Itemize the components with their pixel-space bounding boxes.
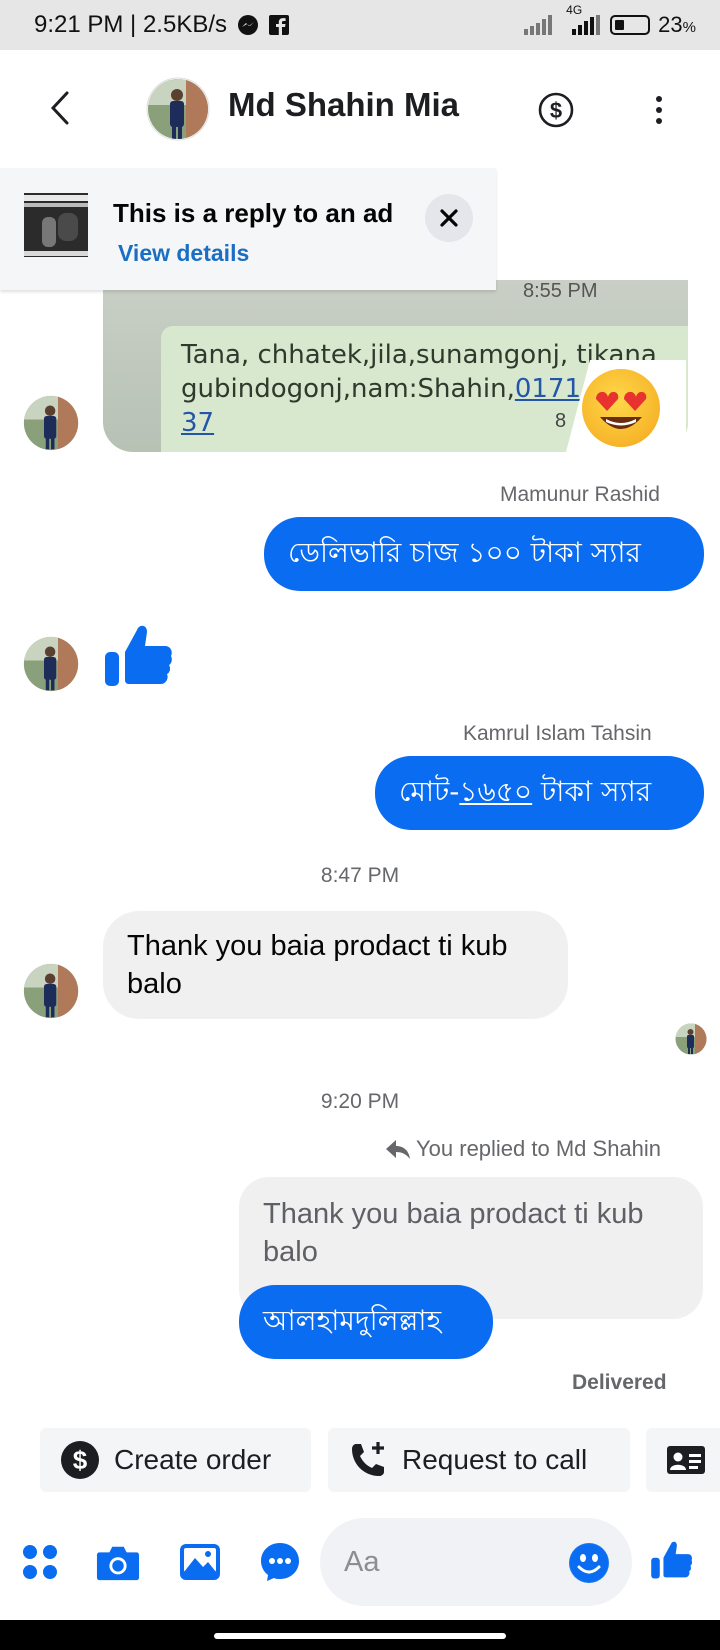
chat-header: Md Shahin Mia $ [0, 50, 720, 170]
contact-card-button[interactable] [646, 1428, 720, 1492]
dollar-circle-icon: $ [61, 1441, 99, 1479]
battery-icon [610, 15, 651, 35]
contact-name[interactable]: Md Shahin Mia [228, 86, 459, 124]
camera-button[interactable] [96, 1540, 140, 1584]
battery-level: 23% [658, 12, 696, 37]
svg-text:$: $ [73, 1445, 88, 1475]
emoji-button[interactable] [569, 1543, 609, 1583]
smiley-icon [570, 1544, 608, 1582]
delivery-status: Delivered [572, 1371, 667, 1394]
outgoing-message[interactable]: মোট-১৬৫০ টাকা স্যার [375, 756, 704, 830]
home-indicator[interactable] [214, 1633, 506, 1639]
ad-reply-banner[interactable]: This is a reply to an ad View details [0, 168, 496, 290]
reply-note-text: You replied to Md Shahin [416, 1136, 662, 1161]
gallery-button[interactable] [178, 1540, 222, 1584]
dollar-circle-icon: $ [538, 92, 574, 128]
payment-button[interactable]: $ [536, 90, 576, 130]
more-options-button[interactable] [644, 90, 674, 130]
status-time: 9:21 PM | 2.5KB/s [34, 11, 227, 38]
reply-arrow-icon [386, 1140, 410, 1159]
request-to-call-label: Request to call [402, 1444, 588, 1475]
dot-icon [656, 96, 662, 102]
back-button[interactable] [40, 88, 80, 128]
chat-bubble-icon [261, 1543, 299, 1581]
network-type: 4G [566, 3, 583, 17]
sender-name: Mamunur Rashid [500, 483, 660, 506]
create-order-label: Create order [114, 1444, 272, 1475]
timestamp: 8:47 PM [320, 864, 400, 887]
message-text: ডেলিভারি চাজ ১০০ টাকা স্যার [288, 535, 641, 569]
chat-bubble-button[interactable] [258, 1540, 302, 1584]
svg-text:$: $ [550, 98, 562, 123]
timestamp: 9:20 PM [320, 1090, 400, 1113]
sender-name: Kamrul Islam Tahsin [463, 722, 652, 745]
sender-avatar[interactable] [23, 963, 79, 1019]
signal-icon [524, 15, 558, 35]
photo-corner-text: 8 [555, 410, 567, 432]
ad-thumbnail[interactable] [24, 193, 88, 257]
message-input[interactable] [344, 1540, 564, 1584]
read-receipt-avatar [675, 1023, 707, 1055]
photo-text-line: Tana, chhatek,jila,sunamgonj, tikana [181, 340, 657, 370]
message-text: আলহামদুলিল্লাহ [263, 1303, 442, 1337]
phone-number-link[interactable]: 0171 [515, 374, 581, 404]
sender-avatar[interactable] [23, 636, 79, 692]
message-number-link[interactable]: ১৬৫০ [459, 775, 532, 808]
status-bar: 9:21 PM | 2.5KB/s 4G 23% [0, 0, 720, 50]
close-icon [440, 209, 458, 227]
contact-card-icon [667, 1446, 705, 1474]
menu-dots-button[interactable] [18, 1540, 62, 1584]
dot-icon [656, 107, 662, 113]
four-dots-icon [23, 1545, 57, 1579]
photo-timestamp: 8:55 PM [523, 280, 598, 302]
view-details-link[interactable]: View details [118, 240, 249, 267]
close-banner-button[interactable] [425, 194, 473, 242]
create-order-button[interactable]: $ Create order [40, 1428, 311, 1492]
sender-avatar[interactable] [23, 395, 79, 451]
dot-icon [656, 118, 662, 124]
avatar[interactable] [146, 77, 210, 141]
reply-note: You replied to Md Shahin [384, 1136, 661, 1162]
incoming-message[interactable]: Thank you baia prodact ti kub balo [103, 911, 568, 1019]
request-to-call-button[interactable]: Request to call [328, 1428, 630, 1492]
facebook-icon [269, 15, 289, 35]
thumbs-up-icon [651, 1541, 693, 1579]
camera-icon [96, 1546, 140, 1581]
phone-add-icon [352, 1442, 384, 1476]
ad-title: This is a reply to an ad [113, 198, 394, 228]
outgoing-message[interactable]: আলহামদুলিল্লাহ [239, 1285, 493, 1359]
message-text: মোট-১৬৫০ টাকা স্যার [399, 774, 652, 808]
quoted-text: Thank you baia prodact ti kub balo [263, 1198, 644, 1268]
photo-icon [180, 1544, 220, 1580]
heart-eyes-emoji-icon [582, 369, 660, 447]
send-like-button[interactable] [648, 1535, 696, 1583]
message-text: Thank you baia prodact ti kub balo [127, 930, 508, 1000]
messenger-icon [237, 14, 259, 36]
outgoing-message[interactable]: ডেলিভারি চাজ ১০০ টাকা স্যার [264, 517, 704, 591]
signal-4g-icon: 4G [566, 3, 602, 35]
thumbs-up-icon[interactable] [103, 618, 175, 690]
chevron-left-icon [50, 91, 69, 125]
